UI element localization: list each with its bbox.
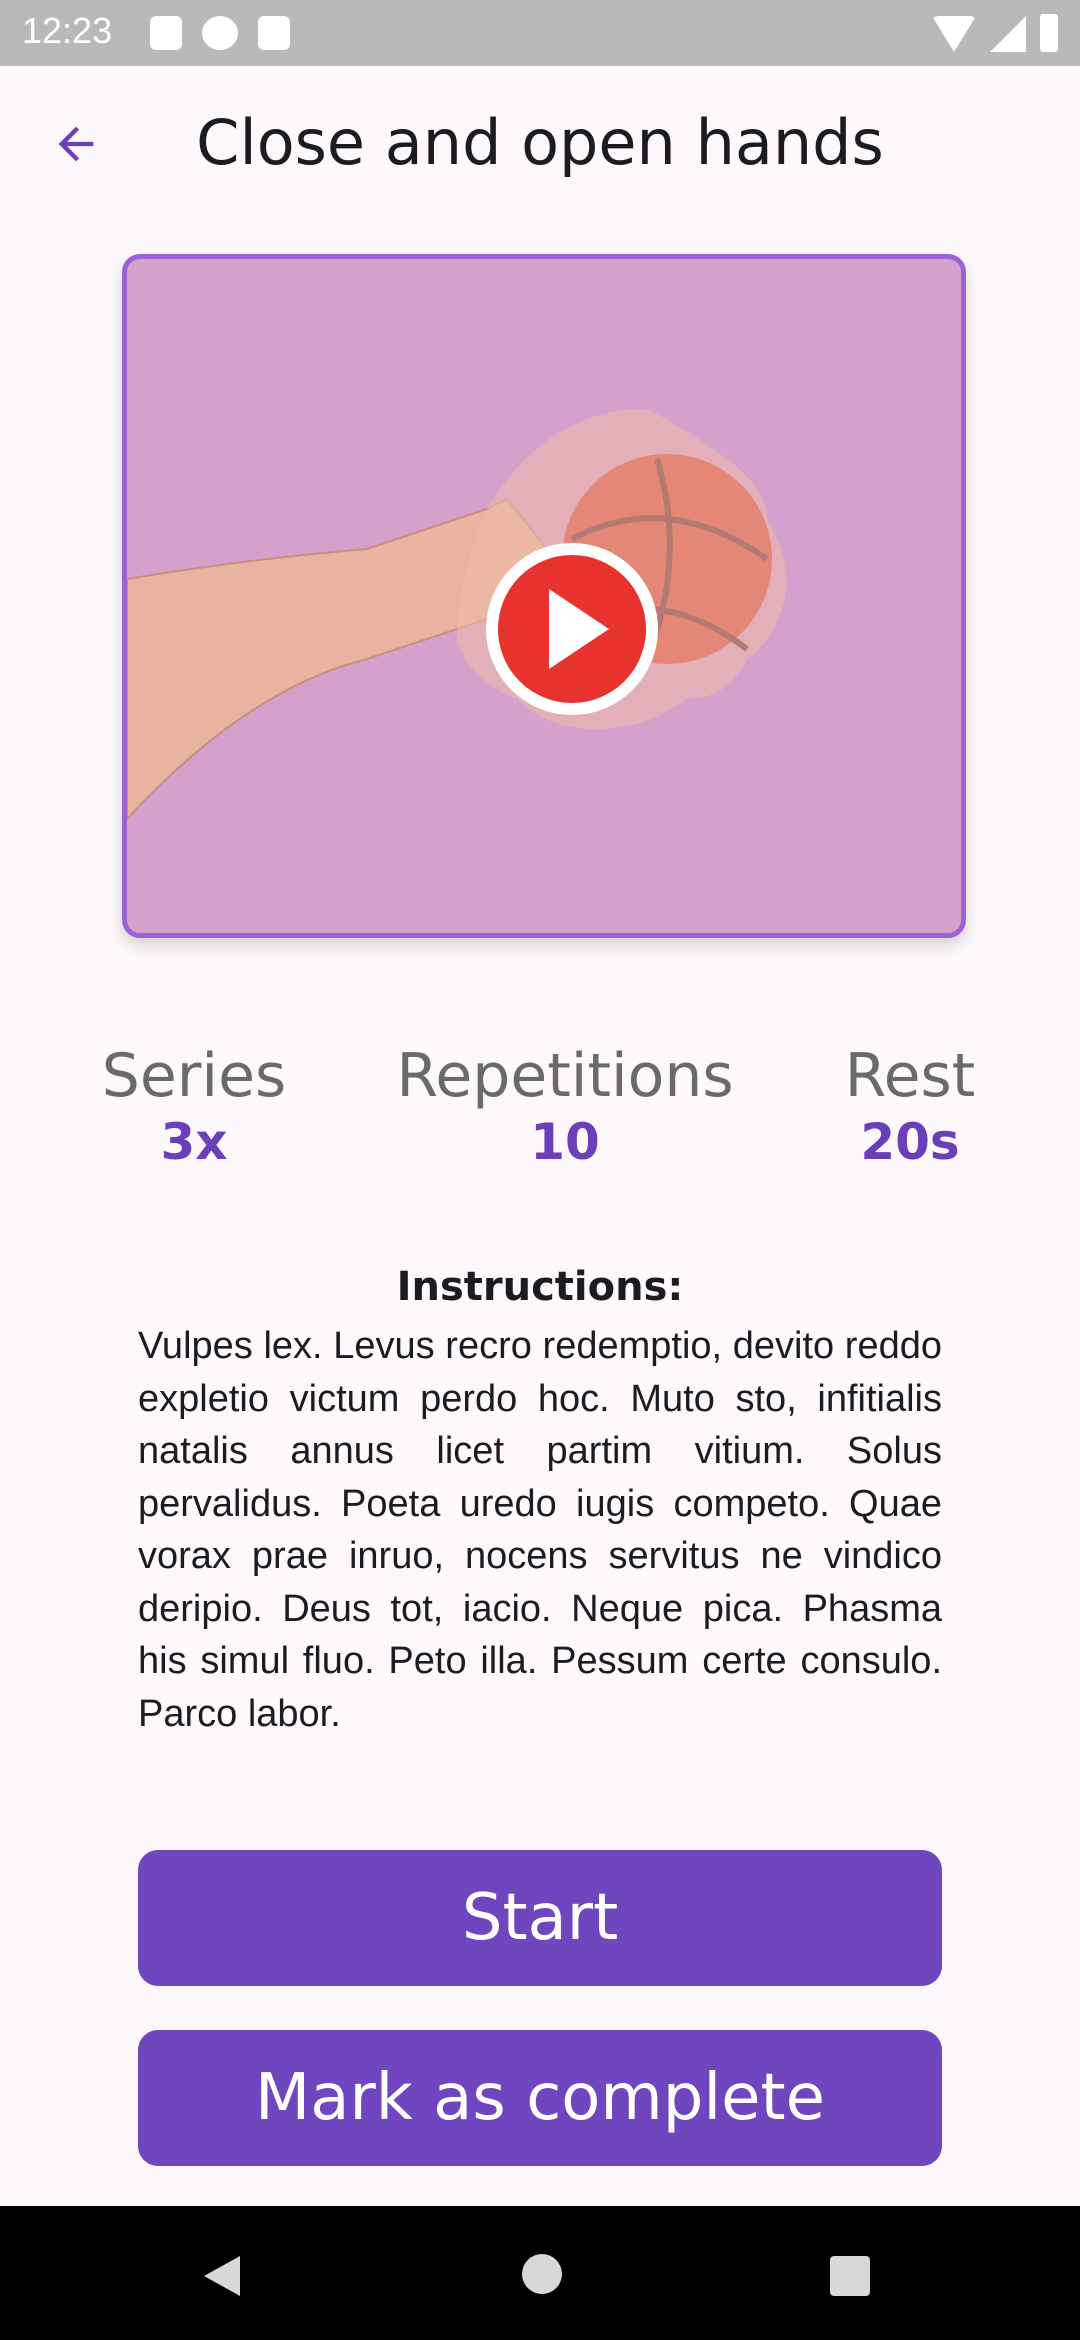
stat-series: Series 3x (94, 1040, 294, 1172)
rest-value: 20s (860, 1113, 960, 1171)
rest-label: Rest (844, 1041, 976, 1111)
mark-complete-button[interactable]: Mark as complete (138, 2030, 942, 2166)
battery-icon (1040, 14, 1058, 52)
nav-back-icon[interactable] (204, 2256, 240, 2296)
instructions: Instructions: Vulpes lex. Levus recro re… (138, 1264, 942, 1740)
exercise-stats: Series 3x Repetitions 10 Rest 20s (0, 1040, 1080, 1180)
app-bar: Close and open hands (0, 66, 1080, 226)
system-icons (932, 14, 1058, 52)
sd-card-icon (258, 16, 290, 50)
instructions-title: Instructions: (396, 1264, 684, 1310)
status-bar: 12:23 (0, 0, 1080, 66)
signal-icon (990, 16, 1026, 52)
parking-notification-icon (202, 16, 238, 50)
video-thumbnail[interactable] (122, 254, 966, 938)
hand-squeezing-ball-image (127, 409, 787, 821)
system-nav-bar (0, 2206, 1080, 2340)
wifi-icon (932, 16, 976, 52)
page-title: Close and open hands (196, 106, 884, 179)
series-label: Series (101, 1041, 287, 1111)
nav-home-icon[interactable] (522, 2254, 562, 2294)
repetitions-label: Repetitions (396, 1041, 734, 1111)
instructions-body: Vulpes lex. Levus recro redemptio, devit… (138, 1325, 942, 1735)
stat-rest: Rest 20s (830, 1040, 990, 1172)
stat-repetitions: Repetitions 10 (380, 1040, 750, 1172)
series-value: 3x (160, 1113, 228, 1171)
status-time: 12:23 (22, 10, 113, 51)
nav-recents-icon[interactable] (830, 2256, 870, 2296)
repetitions-value: 10 (530, 1113, 600, 1171)
notification-icons (150, 16, 290, 50)
app-notification-icon (150, 16, 182, 50)
start-button[interactable]: Start (138, 1850, 942, 1986)
